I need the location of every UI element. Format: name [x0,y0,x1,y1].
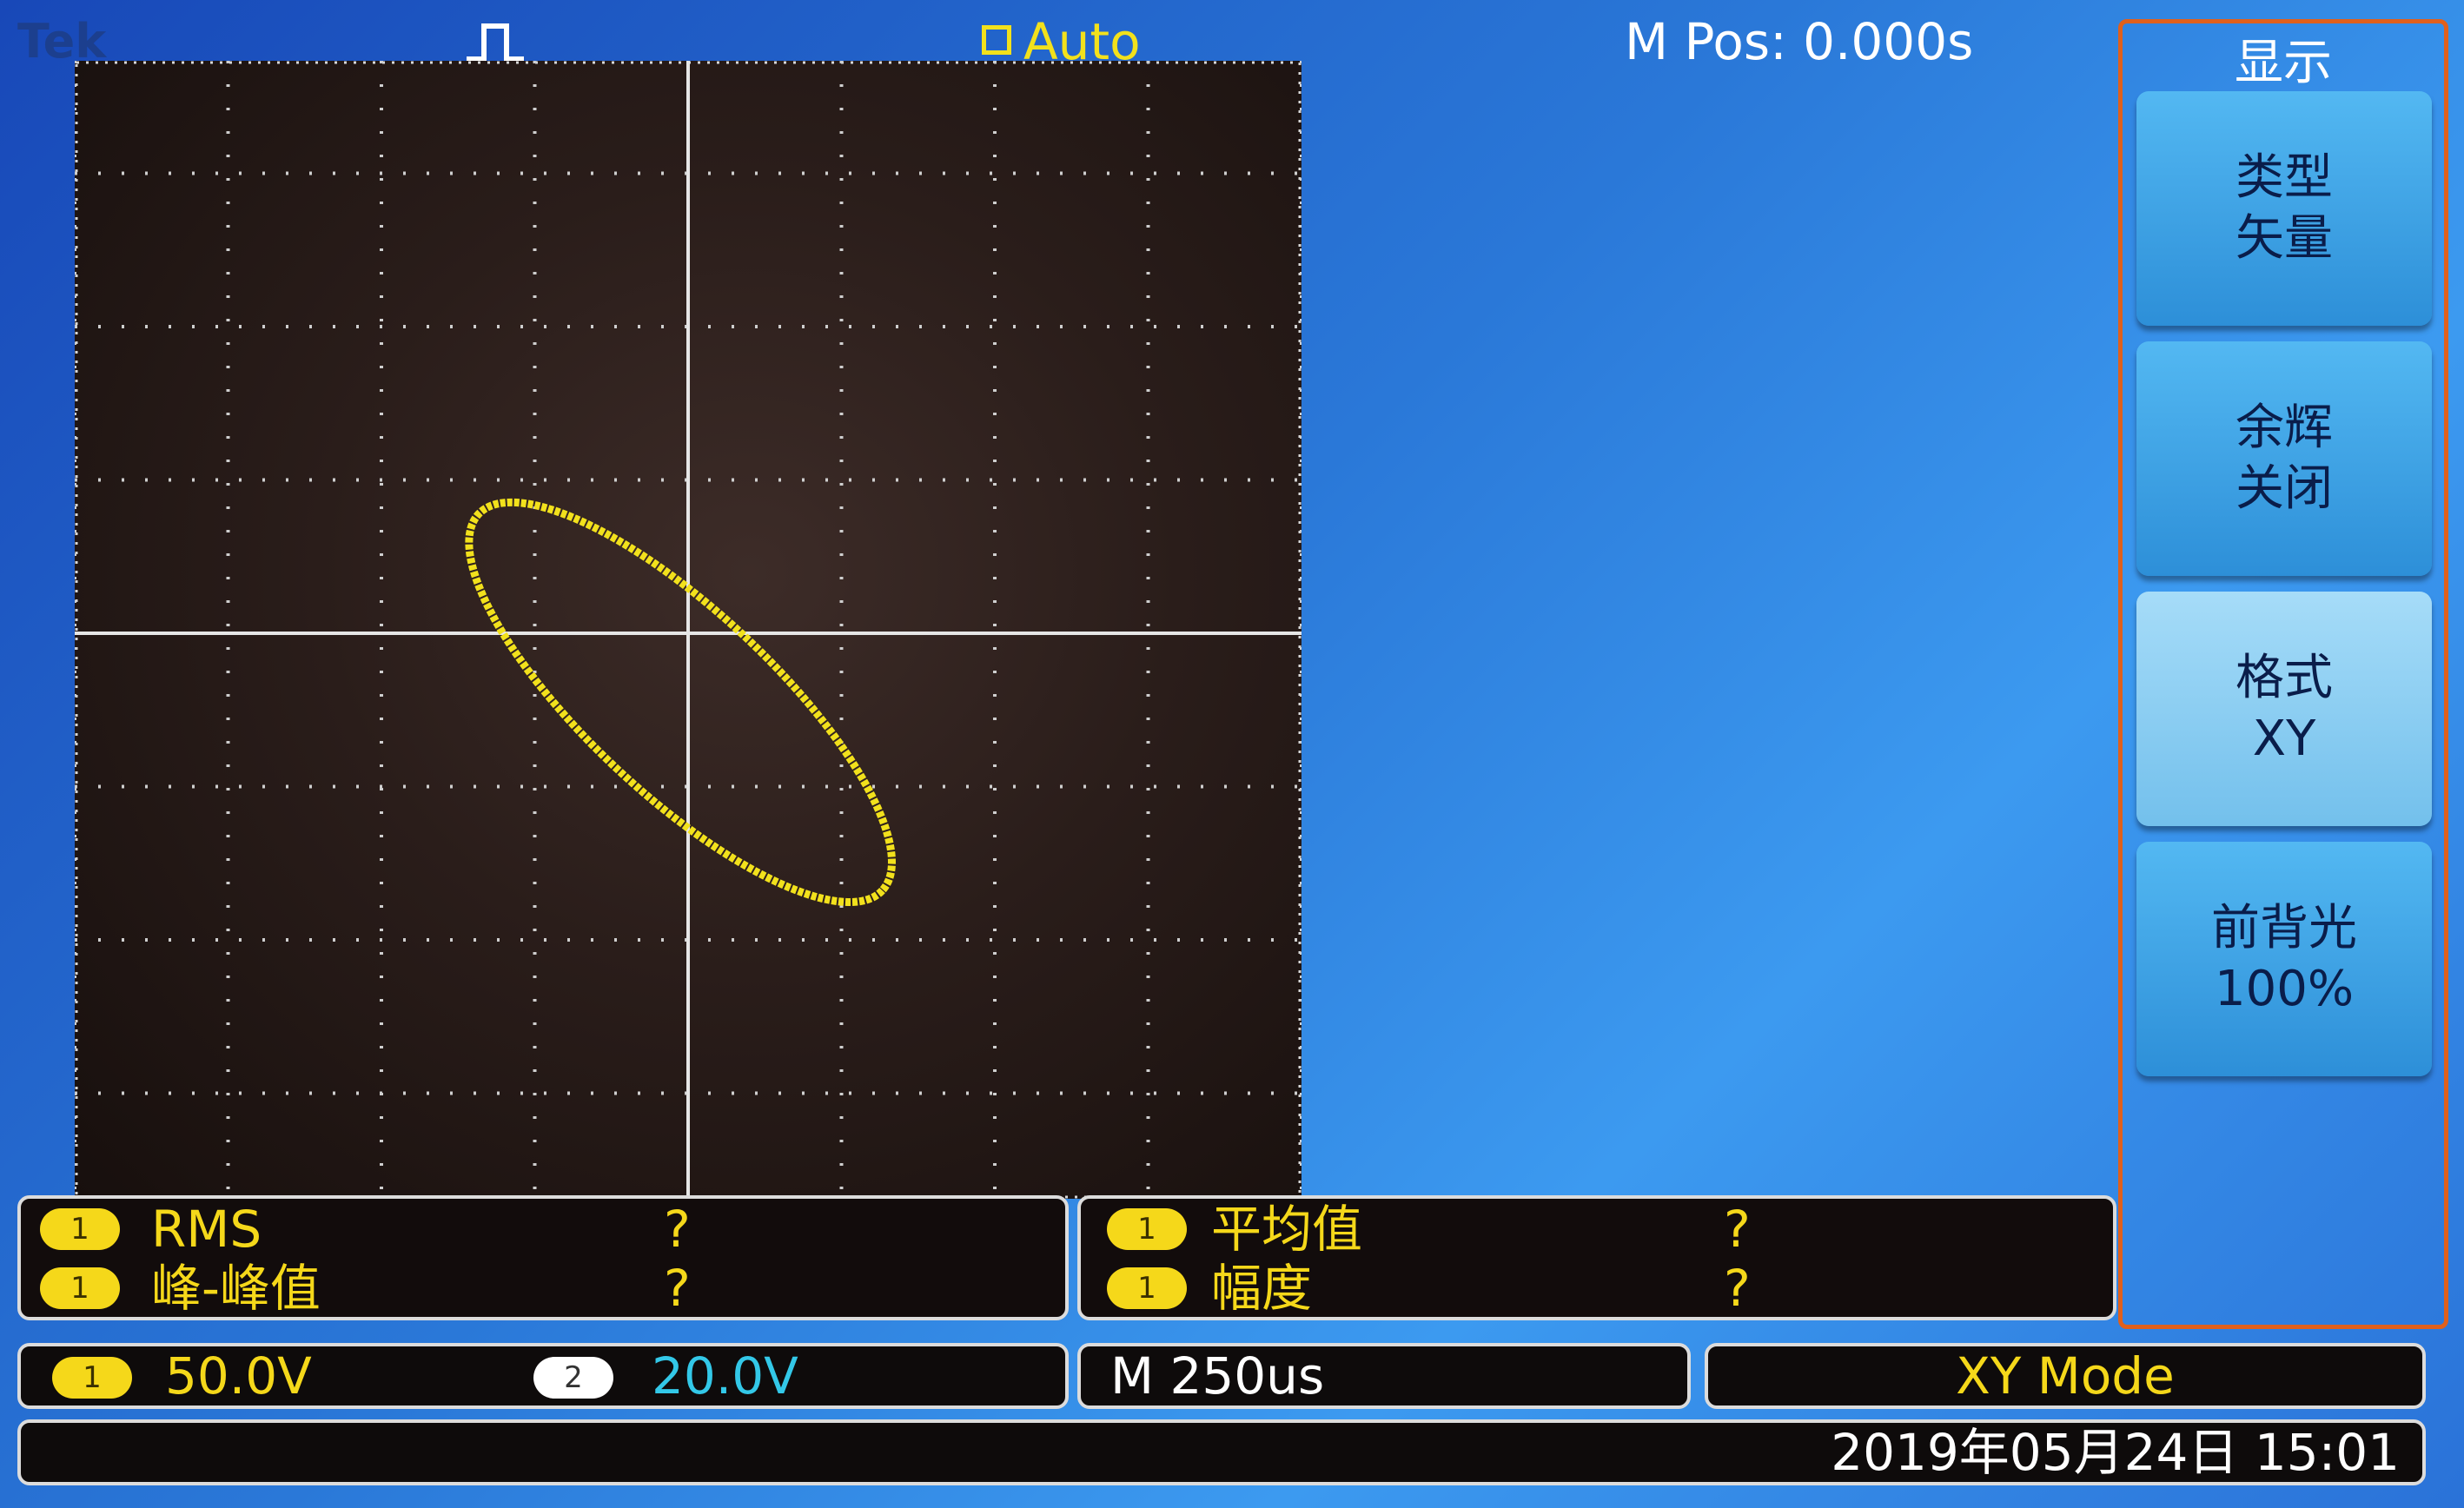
channel-badge: 1 [40,1267,120,1309]
persistence-label: 余辉 [2235,400,2333,456]
ch2-scale: 20.0V [652,1346,798,1405]
xy-mode-label: XY Mode [1956,1346,2175,1405]
measurement-label: 幅度 [1211,1259,1313,1318]
channel-scale-bar[interactable]: 1 50.0V 2 20.0V [17,1343,1069,1409]
measurement-label: RMS [151,1200,262,1259]
ch2-badge: 2 [533,1357,613,1399]
display-side-menu: 显示 类型 矢量 余辉 关闭 格式 XY 前背光 100% [2118,19,2448,1329]
measurement-peak-to-peak[interactable]: 1 峰-峰值 ? [21,1258,1065,1319]
measurement-label: 峰-峰值 [151,1259,321,1318]
measurement-rms[interactable]: 1 RMS ? [21,1199,1065,1260]
m-pos-readout: M Pos: 0.000s [1625,12,1974,71]
format-label: 格式 [2235,650,2333,706]
backlight-label: 前背光 [2211,900,2357,956]
date-time: 2019年05月24日 15:01 [1831,1423,2400,1482]
format-value: XY [2252,711,2316,767]
graticule-svg [75,61,1302,1199]
date-time-bar: 2019年05月24日 15:01 [17,1419,2426,1485]
backlight-button[interactable]: 前背光 100% [2136,842,2432,1076]
persistence-button[interactable]: 余辉 关闭 [2136,341,2432,576]
persistence-value: 关闭 [2235,460,2333,517]
mode-bar[interactable]: XY Mode [1705,1343,2426,1409]
measurement-amplitude[interactable]: 1 幅度 ? [1081,1258,2113,1319]
side-menu-title: 显示 [2235,35,2332,91]
measurement-panel-left[interactable]: 1 RMS ? 1 峰-峰值 ? [17,1195,1069,1320]
ch1-scale: 50.0V [165,1346,312,1405]
ch1-badge: 1 [52,1357,132,1399]
measurement-value: ? [664,1259,691,1318]
measurement-label: 平均值 [1211,1200,1363,1259]
display-type-label: 类型 [2235,149,2333,206]
channel-badge: 1 [40,1208,120,1250]
channel-badge: 1 [1107,1267,1187,1309]
format-button[interactable]: 格式 XY [2136,592,2432,826]
timebase-readout: M 250us [1110,1346,1325,1405]
display-type-value: 矢量 [2235,210,2333,267]
measurement-panel-right[interactable]: 1 平均值 ? 1 幅度 ? [1077,1195,2116,1320]
oscilloscope-screen: Tek Auto M Pos: 0.000s 显示 类型 矢量 余辉 关闭 格式… [0,0,2464,1508]
measurement-value: ? [1724,1259,1751,1318]
display-type-button[interactable]: 类型 矢量 [2136,91,2432,326]
xy-trace [465,498,896,907]
measurement-mean[interactable]: 1 平均值 ? [1081,1199,2113,1260]
backlight-value: 100% [2214,961,2355,1017]
acquisition-icon [982,24,1011,55]
waveform-graticule [75,61,1302,1199]
channel-badge: 1 [1107,1208,1187,1250]
measurement-value: ? [664,1200,691,1259]
timebase-bar[interactable]: M 250us [1077,1343,1691,1409]
measurement-value: ? [1724,1200,1751,1259]
